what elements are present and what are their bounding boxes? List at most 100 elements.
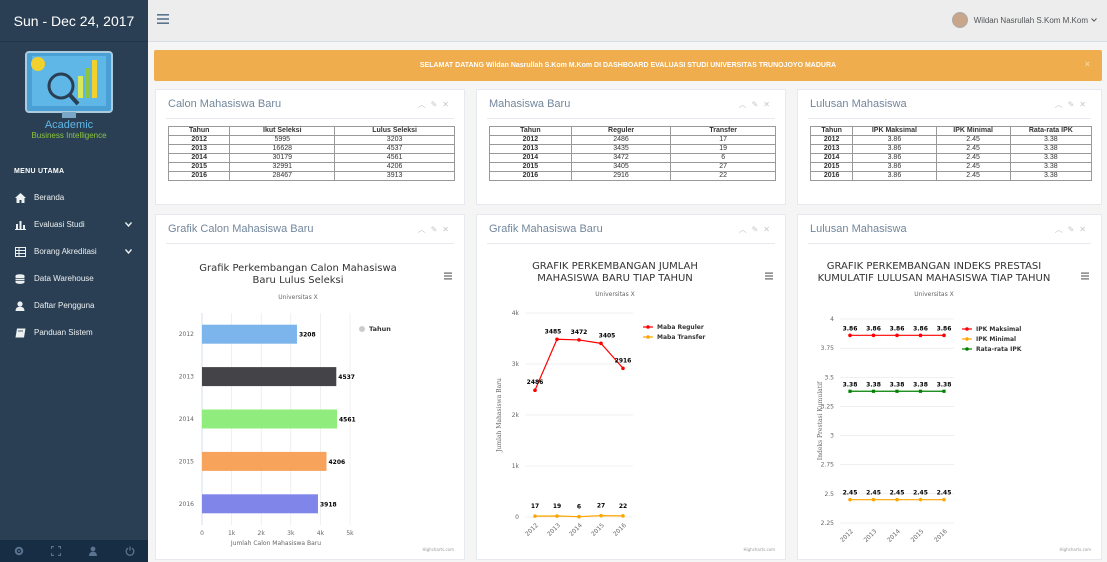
wrench-icon[interactable]: ✎ bbox=[752, 100, 764, 109]
bar bbox=[202, 367, 337, 387]
legend-marker bbox=[646, 335, 650, 339]
wrench-icon[interactable]: ✎ bbox=[431, 100, 443, 109]
table-row: 2015 3.86 2.45 3.38 bbox=[809, 162, 1093, 172]
data-point bbox=[895, 333, 899, 338]
collapse-icon[interactable]: ︿ bbox=[739, 100, 752, 109]
sidebar-item-beranda[interactable]: Beranda bbox=[0, 184, 148, 211]
collapse-icon[interactable]: ︿ bbox=[739, 225, 752, 234]
power-icon[interactable] bbox=[124, 546, 136, 556]
column-header: IPK Minimal bbox=[935, 126, 1011, 136]
tick-label: 3.75 bbox=[821, 345, 835, 352]
table-row: 2014 3472 6 bbox=[489, 153, 776, 163]
chart-title: MAHASISWA BARU TIAP TAHUN bbox=[537, 273, 693, 284]
sidebar-item-data-warehouse[interactable]: Data Warehouse bbox=[0, 265, 148, 292]
table-cell: 28467 bbox=[229, 171, 336, 181]
data-point bbox=[577, 514, 581, 519]
data-label: 3.86 bbox=[937, 325, 952, 332]
data-label: 6 bbox=[577, 504, 581, 511]
chevron-down-icon bbox=[124, 220, 133, 229]
settings-icon[interactable] bbox=[13, 546, 25, 556]
sidebar-item-panduan-sistem[interactable]: Panduan Sistem bbox=[0, 319, 148, 346]
data-point bbox=[555, 337, 559, 342]
wrench-icon[interactable]: ✎ bbox=[1068, 100, 1080, 109]
collapse-icon[interactable]: ︿ bbox=[1055, 100, 1068, 109]
tick-label: 4k bbox=[317, 530, 325, 537]
table-cell: 2.45 bbox=[935, 144, 1011, 154]
wrench-icon[interactable]: ✎ bbox=[1068, 225, 1080, 234]
table-row: 2016 2916 22 bbox=[489, 171, 776, 181]
column-header: Tahun bbox=[167, 126, 231, 136]
data-point bbox=[577, 338, 581, 342]
close-icon[interactable]: ✕ bbox=[442, 100, 454, 109]
panel-tools: ︿✎✕ bbox=[739, 99, 775, 110]
table-cell: 3203 bbox=[334, 135, 455, 145]
column-header: Rata-rata IPK bbox=[1009, 126, 1093, 136]
tick-label: 3.5 bbox=[824, 374, 834, 381]
table-cell: 4561 bbox=[334, 153, 455, 163]
column-header: IPK Maksimal bbox=[852, 126, 937, 136]
table-cell: 2014 bbox=[809, 153, 854, 163]
table-cell: 2015 bbox=[167, 162, 231, 172]
data-label: 27 bbox=[597, 503, 605, 510]
wrench-icon[interactable]: ✎ bbox=[431, 225, 443, 234]
close-icon[interactable]: ✕ bbox=[763, 100, 775, 109]
sidebar-item-evaluasi-studi[interactable]: Evaluasi Studi bbox=[0, 211, 148, 238]
data-point bbox=[599, 341, 603, 346]
close-icon[interactable]: ✕ bbox=[1079, 225, 1091, 234]
panel-title: Mahasiswa Baru bbox=[489, 98, 571, 110]
tick-label: 3k bbox=[512, 361, 520, 368]
user-name: Wildan Nasrullah S.Kom M.Kom bbox=[973, 15, 1088, 25]
table-row: 2012 2486 17 bbox=[489, 135, 776, 145]
user-menu[interactable]: Wildan Nasrullah S.Kom M.Kom bbox=[951, 12, 1097, 28]
table-mahasiswa-baru: Tahun Reguler Transfer 2012 2486 17 2013 34… bbox=[489, 126, 776, 181]
close-icon[interactable]: ✕ bbox=[763, 225, 775, 234]
table-cell: 32991 bbox=[229, 162, 336, 172]
close-icon[interactable]: ✕ bbox=[442, 225, 454, 234]
collapse-icon[interactable]: ︿ bbox=[1055, 225, 1068, 234]
panel-title: Grafik Calon Mahasiswa Baru bbox=[168, 223, 314, 235]
menu-toggle-icon[interactable] bbox=[156, 12, 170, 26]
panel-lulusan-mahasiswa: Lulusan Mahasiswa ︿✎✕ Tahun IPK Maksimal… bbox=[797, 89, 1102, 205]
table-cell: 3.86 bbox=[852, 144, 937, 154]
legend-marker bbox=[646, 325, 650, 329]
column-header: Lulus Seleksi bbox=[334, 126, 455, 136]
table-cell: 3913 bbox=[334, 171, 455, 181]
chart-credit: Highcharts.com bbox=[1060, 547, 1092, 552]
bar bbox=[202, 494, 318, 514]
collapse-icon[interactable]: ︿ bbox=[418, 225, 431, 234]
sidebar-footer bbox=[0, 540, 148, 562]
tick-label: 2013 bbox=[863, 528, 879, 544]
panel-tools: ︿✎✕ bbox=[1055, 224, 1091, 235]
table-row: 2015 32991 4206 bbox=[167, 162, 455, 172]
collapse-icon[interactable]: ︿ bbox=[418, 100, 431, 109]
lock-icon[interactable] bbox=[87, 546, 99, 556]
data-point bbox=[848, 389, 852, 393]
wrench-icon[interactable]: ✎ bbox=[752, 225, 764, 234]
table-cell: 3.38 bbox=[1009, 153, 1093, 163]
category-label: 2016 bbox=[179, 501, 194, 508]
table-row: 2016 3.86 2.45 3.38 bbox=[809, 171, 1093, 181]
data-point bbox=[942, 333, 946, 338]
column-header: Ikut Seleksi bbox=[229, 126, 336, 136]
fullscreen-icon[interactable] bbox=[50, 546, 62, 556]
academic-bi-logo[interactable]: Academic Business Intelligence bbox=[14, 50, 124, 140]
bar bbox=[202, 451, 327, 471]
close-alert-button[interactable]: × bbox=[1085, 59, 1090, 69]
sidebar-item-borang-akreditasi[interactable]: Borang Akreditasi bbox=[0, 238, 148, 265]
panel-title: Grafik Mahasiswa Baru bbox=[489, 223, 603, 235]
sidebar-item-daftar-pengguna[interactable]: Daftar Pengguna bbox=[0, 292, 148, 319]
table-row: 2013 3.86 2.45 3.38 bbox=[809, 144, 1093, 154]
tick-label: 2k bbox=[512, 412, 520, 419]
table-cell: 22 bbox=[670, 171, 776, 181]
table-cell: 3.86 bbox=[852, 162, 937, 172]
data-point bbox=[533, 388, 537, 393]
panel-tools: ︿✎✕ bbox=[418, 99, 454, 110]
data-label: 3.86 bbox=[913, 325, 928, 332]
close-icon[interactable]: ✕ bbox=[1079, 100, 1091, 109]
tick-label: 2015 bbox=[910, 528, 926, 544]
tick-label: 2016 bbox=[612, 522, 628, 538]
data-label: 3.38 bbox=[913, 381, 928, 388]
table-lulusan: Tahun IPK Maksimal IPK Minimal Rata-rata… bbox=[809, 126, 1093, 181]
table-cell: 2486 bbox=[570, 135, 672, 145]
tick-label: 2015 bbox=[590, 522, 606, 538]
